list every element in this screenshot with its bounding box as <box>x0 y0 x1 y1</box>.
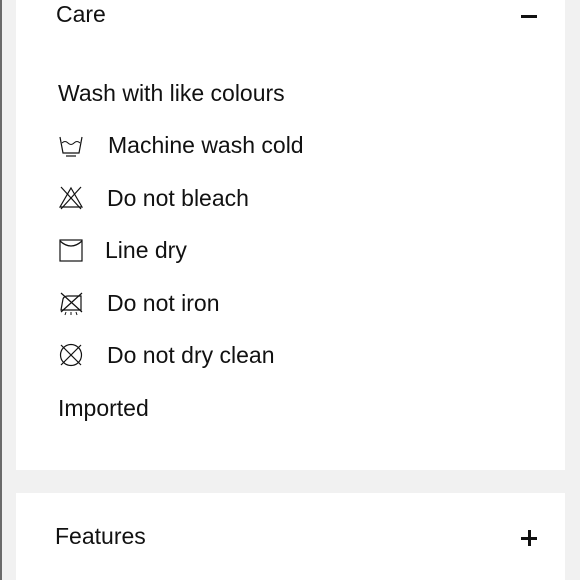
do-not-iron-icon <box>60 292 83 316</box>
care-item-label: Do not dry clean <box>107 342 275 368</box>
care-item-label: Do not bleach <box>107 185 249 211</box>
do-not-bleach-icon <box>58 186 84 210</box>
care-accordion: Care Wash with like colours Machine wash… <box>16 0 565 470</box>
care-item-no-iron: Do not iron <box>58 288 220 318</box>
expand-features-button[interactable] <box>519 528 539 548</box>
care-intro-text: Wash with like colours <box>58 80 285 106</box>
care-item-label: Line dry <box>105 237 187 263</box>
care-item-label: Machine wash cold <box>108 132 304 158</box>
care-origin-text: Imported <box>58 395 149 421</box>
features-accordion[interactable]: Features <box>16 493 565 580</box>
collapse-care-button[interactable] <box>519 6 539 26</box>
product-details-page: Care Wash with like colours Machine wash… <box>0 0 580 580</box>
care-item-line-dry: Line dry <box>58 235 187 265</box>
line-dry-icon <box>59 239 83 262</box>
care-item-no-bleach: Do not bleach <box>58 183 249 213</box>
care-item-no-dry-clean: Do not dry clean <box>58 340 274 370</box>
care-item-label: Do not iron <box>107 290 220 316</box>
care-section-title[interactable]: Care <box>56 0 106 28</box>
machine-wash-cold-icon <box>59 136 83 157</box>
care-item-machine-wash: Machine wash cold <box>58 130 304 160</box>
left-border <box>0 0 2 580</box>
do-not-dry-clean-icon <box>59 343 83 367</box>
features-section-title[interactable]: Features <box>55 522 146 550</box>
